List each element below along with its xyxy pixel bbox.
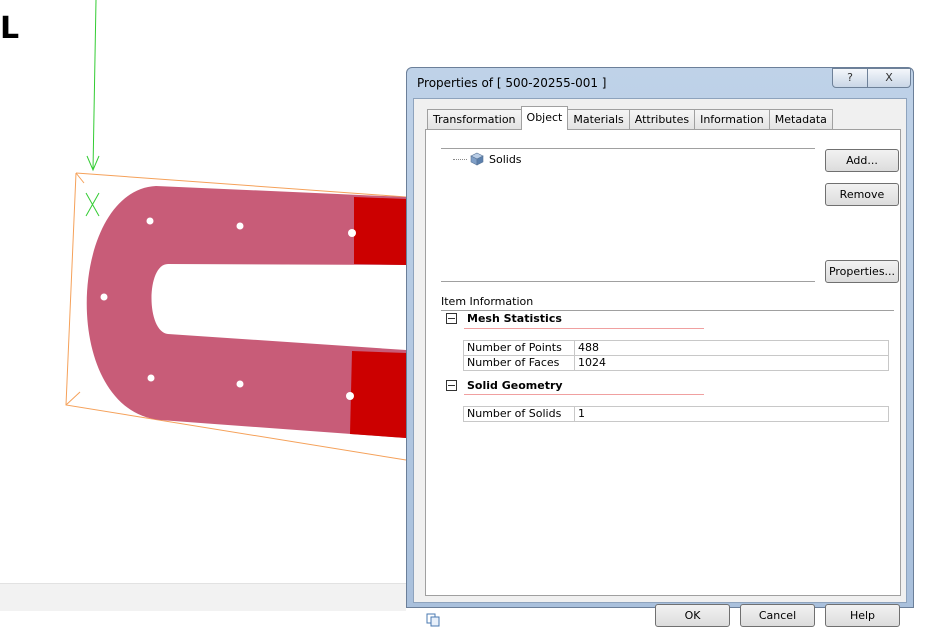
collapse-icon[interactable] [446, 380, 457, 391]
item-information-label: Item Information [441, 295, 534, 308]
dialog-titlebar[interactable]: Properties of [ 500-20255-001 ] ? X [407, 68, 913, 98]
table-row: Number of Solids 1 [463, 406, 889, 422]
part-end-bottom[interactable] [350, 351, 406, 438]
tab-attributes[interactable]: Attributes [628, 109, 696, 129]
dialog-title: Properties of [ 500-20255-001 ] [417, 76, 607, 90]
section-title: Mesh Statistics [467, 312, 562, 325]
tab-object[interactable]: Object [520, 106, 569, 130]
property-key: Number of Points [463, 340, 575, 356]
tab-transformation[interactable]: Transformation [427, 109, 522, 129]
tab-strip: Transformation Object Materials Attribut… [427, 106, 833, 130]
section-underline [464, 394, 704, 395]
part-end-top[interactable] [354, 197, 406, 265]
tree-connector [453, 158, 467, 160]
properties-button[interactable]: Properties... [825, 260, 899, 283]
property-value: 1024 [574, 355, 889, 371]
dialog-client: Transformation Object Materials Attribut… [413, 98, 907, 627]
title-close-button[interactable]: X [867, 68, 911, 88]
solid-geometry-table: Number of Solids 1 [463, 406, 889, 422]
section-mesh-statistics[interactable]: Mesh Statistics [446, 312, 562, 325]
collapse-icon[interactable] [446, 313, 457, 324]
object-tab-panel: Solids Add... Remove Properties... Item … [425, 129, 901, 596]
section-underline [464, 328, 704, 329]
tab-metadata[interactable]: Metadata [768, 109, 833, 129]
table-row: Number of Points 488 [463, 340, 889, 356]
tab-information[interactable]: Information [694, 109, 770, 129]
title-help-button[interactable]: ? [832, 68, 868, 88]
property-value: 488 [574, 340, 889, 356]
cube-icon [470, 152, 484, 166]
cancel-button[interactable]: Cancel [740, 604, 815, 627]
add-button[interactable]: Add... [825, 149, 899, 172]
mesh-statistics-table: Number of Points 488 Number of Faces 102… [463, 340, 889, 371]
axis-arrow [85, 0, 100, 217]
table-row: Number of Faces 1024 [463, 355, 889, 371]
properties-dialog: Properties of [ 500-20255-001 ] ? X Tran… [406, 67, 914, 627]
close-icon: X [885, 71, 893, 84]
tree-item-solids[interactable]: Solids [453, 152, 522, 166]
tree-item-label: Solids [489, 152, 522, 166]
object-tree[interactable]: Solids [441, 148, 815, 282]
divider [441, 310, 894, 311]
property-key: Number of Faces [463, 355, 575, 371]
remove-button[interactable]: Remove [825, 183, 899, 206]
ok-button[interactable]: OK [655, 604, 730, 627]
section-title: Solid Geometry [467, 379, 563, 392]
help-button[interactable]: Help [825, 604, 900, 627]
help-icon: ? [847, 71, 853, 84]
viewport-status-strip [0, 583, 406, 611]
property-key: Number of Solids [463, 406, 575, 422]
tab-materials[interactable]: Materials [567, 109, 630, 129]
section-solid-geometry[interactable]: Solid Geometry [446, 379, 563, 392]
copy-icon[interactable] [426, 613, 440, 627]
property-value: 1 [574, 406, 889, 422]
